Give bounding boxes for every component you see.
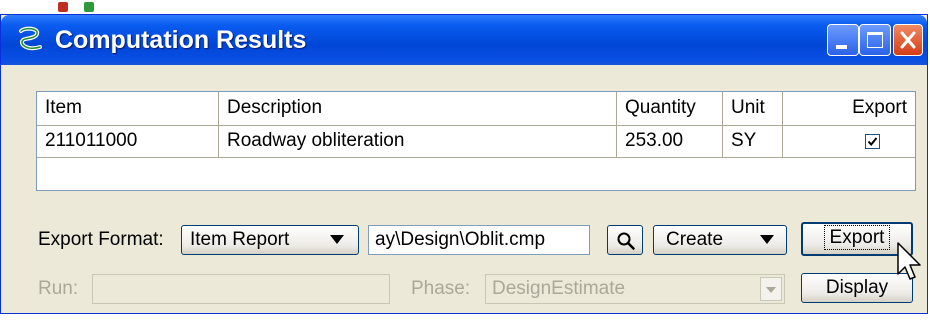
maximize-button[interactable] [859,24,891,56]
cell-unit: SY [723,126,783,158]
chevron-down-icon [330,235,344,244]
search-icon [617,232,635,250]
export-path-input[interactable]: ay\Design\Oblit.cmp [368,225,590,255]
export-format-dropdown[interactable]: Item Report [181,225,359,255]
export-format-value: Item Report [190,229,290,250]
desktop-icon-red [58,2,68,12]
computation-results-window: Computation Results Item Description Qua… [0,14,928,314]
column-header-quantity[interactable]: Quantity [617,92,723,126]
run-label: Run: [38,278,79,299]
close-button[interactable] [893,24,923,56]
export-format-label: Export Format: [38,229,164,250]
export-button-label: Export [823,225,891,250]
cell-item: 211011000 [37,126,219,158]
minimize-icon [836,45,847,49]
window-title: Computation Results [55,26,307,54]
run-input[interactable] [92,274,390,304]
title-bar[interactable]: Computation Results [1,15,927,65]
column-header-unit[interactable]: Unit [723,92,783,126]
mouse-cursor-icon [897,242,921,280]
create-dropdown-button[interactable]: Create [653,225,787,255]
column-header-export[interactable]: Export [783,92,915,126]
create-label: Create [666,229,724,250]
phase-label: Phase: [411,278,471,299]
phase-select[interactable]: DesignEstimate [485,274,785,304]
column-header-export-label: Export [852,97,907,118]
maximize-icon [867,32,883,48]
cell-quantity: 253.00 [617,126,723,158]
browse-button[interactable] [607,225,643,255]
chevron-down-icon [760,235,774,244]
close-icon [900,31,916,49]
display-button-label: Display [825,277,889,298]
desktop-strip [0,0,930,14]
app-logo-icon [19,26,42,51]
cell-description: Roadway obliteration [219,126,617,158]
chevron-down-icon [766,287,776,293]
column-header-item[interactable]: Item [37,92,219,126]
desktop-icon-green [84,2,94,12]
results-grid: Item Description Quantity Unit Export 21… [36,91,916,191]
phase-value: DesignEstimate [492,278,626,299]
column-header-description[interactable]: Description [219,92,617,126]
export-checkbox[interactable] [865,134,880,149]
phase-dropdown-button[interactable] [760,277,782,301]
cell-export [783,126,915,158]
minimize-button[interactable] [827,24,859,56]
